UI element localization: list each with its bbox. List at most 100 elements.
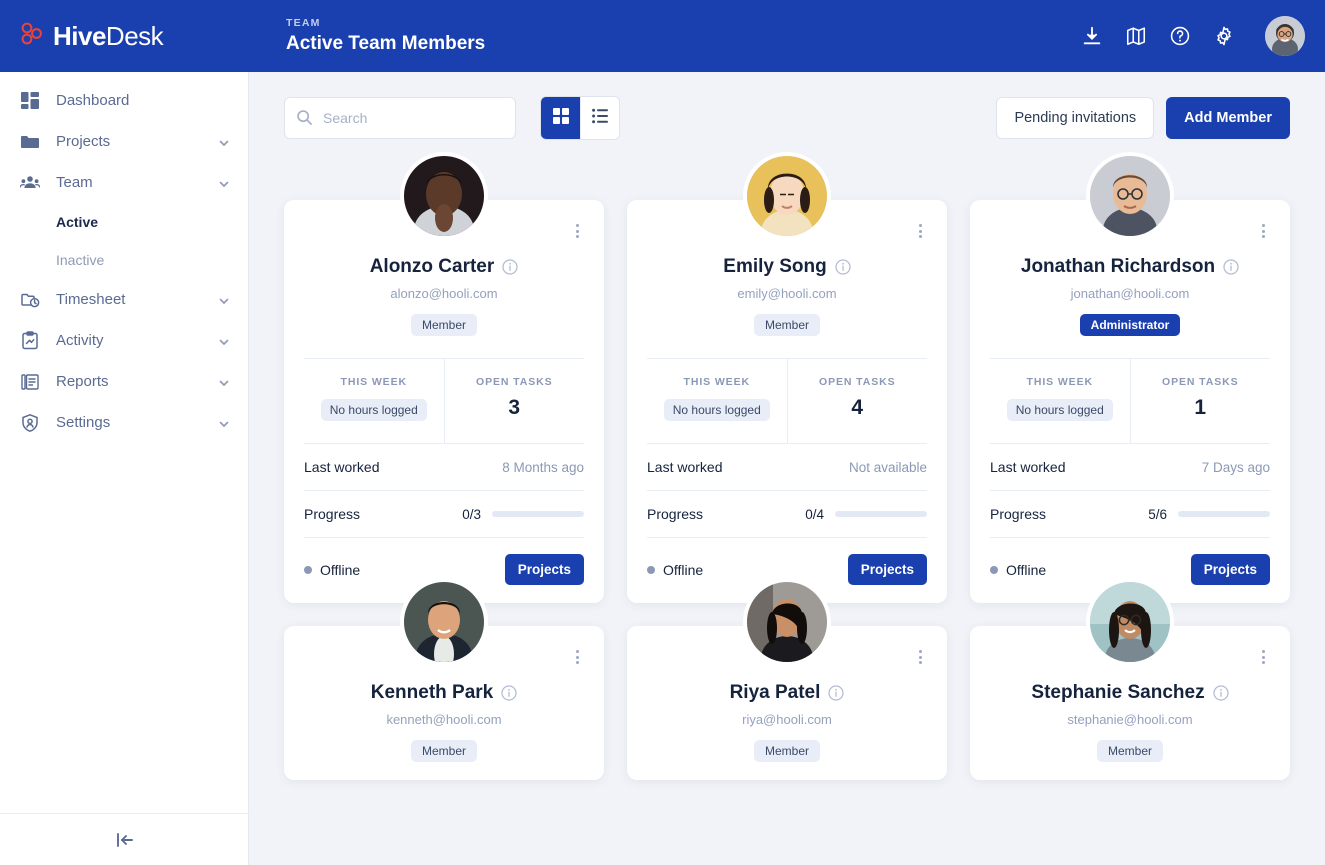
brand-light: Desk bbox=[105, 20, 164, 51]
card-menu-icon[interactable] bbox=[568, 648, 586, 666]
view-toggle-group bbox=[540, 96, 620, 140]
member-name: Jonathan Richardson bbox=[1020, 256, 1216, 277]
toolbar-right-actions: Pending invitations Add Member bbox=[996, 97, 1290, 139]
add-member-button[interactable]: Add Member bbox=[1166, 97, 1290, 139]
card-menu-icon[interactable] bbox=[911, 648, 929, 666]
sidebar-item-activity[interactable]: Activity bbox=[0, 320, 248, 361]
collapse-sidebar-icon[interactable] bbox=[113, 828, 137, 852]
sidebar: Dashboard Projects Team Active Inactive … bbox=[0, 72, 249, 865]
card-menu-icon[interactable] bbox=[1254, 222, 1272, 240]
help-icon[interactable] bbox=[1169, 25, 1191, 47]
status-badge: Offline bbox=[647, 562, 703, 578]
sidebar-item-label: Projects bbox=[56, 133, 111, 150]
dashboard-icon bbox=[20, 91, 40, 111]
sidebar-subitem-label: Inactive bbox=[56, 252, 105, 268]
stat-open-tasks: OPEN TASKS 1 bbox=[1129, 359, 1271, 443]
grid-view-button[interactable] bbox=[541, 97, 580, 139]
projects-button[interactable]: Projects bbox=[847, 554, 927, 585]
settings-shield-icon bbox=[20, 413, 40, 433]
map-icon[interactable] bbox=[1125, 25, 1147, 47]
progress-group: 0/4 bbox=[805, 507, 927, 522]
member-avatar bbox=[743, 152, 831, 240]
sidebar-item-team[interactable]: Team bbox=[0, 162, 248, 203]
member-card[interactable]: Emily Song emily@hooli.com Member THIS W… bbox=[627, 152, 947, 603]
main-content: Pending invitations Add Member bbox=[249, 72, 1325, 865]
projects-button[interactable]: Projects bbox=[504, 554, 584, 585]
member-email: stephanie@hooli.com bbox=[1067, 712, 1193, 727]
progress-group: 5/6 bbox=[1148, 507, 1270, 522]
card-menu-icon[interactable] bbox=[911, 222, 929, 240]
reports-icon bbox=[20, 372, 40, 392]
info-icon[interactable] bbox=[835, 259, 851, 275]
member-name: Riya Patel bbox=[729, 682, 821, 703]
info-icon[interactable] bbox=[1212, 685, 1229, 701]
last-worked-value: 8 Months ago bbox=[502, 459, 584, 475]
member-card[interactable]: Jonathan Richardson jonathan@hooli.com A… bbox=[970, 152, 1290, 603]
progress-value: 0/4 bbox=[805, 506, 824, 522]
row-label: Progress bbox=[990, 506, 1047, 522]
brand-logo[interactable]: HiveDesk bbox=[0, 21, 250, 52]
hours-badge: No hours logged bbox=[1006, 399, 1113, 421]
status-badge: Offline bbox=[990, 562, 1046, 578]
info-icon[interactable] bbox=[1223, 259, 1239, 275]
stat-label: THIS WEEK bbox=[340, 376, 407, 388]
team-icon bbox=[19, 173, 41, 193]
status-dot-icon bbox=[647, 565, 655, 574]
projects-button[interactable]: Projects bbox=[1190, 554, 1270, 585]
progress-row: Progress 0/3 bbox=[304, 490, 584, 537]
member-stats: THIS WEEK No hours logged OPEN TASKS 1 bbox=[990, 358, 1270, 443]
member-name: Alonzo Carter bbox=[369, 256, 495, 277]
search-input[interactable] bbox=[284, 97, 516, 139]
member-avatar bbox=[1086, 578, 1174, 666]
sidebar-item-label: Activity bbox=[56, 332, 104, 349]
pending-invitations-button[interactable]: Pending invitations bbox=[996, 97, 1155, 139]
chevron-down-icon bbox=[218, 376, 230, 388]
info-icon[interactable] bbox=[828, 685, 845, 701]
status-badge: Offline bbox=[304, 562, 360, 578]
row-label: Last worked bbox=[304, 459, 380, 475]
member-card[interactable]: Alonzo Carter alonzo@hooli.com Member TH… bbox=[284, 152, 604, 603]
card-menu-icon[interactable] bbox=[1254, 648, 1272, 666]
progress-row: Progress 5/6 bbox=[990, 490, 1270, 537]
info-icon[interactable] bbox=[501, 685, 517, 701]
status-text: Offline bbox=[320, 561, 361, 578]
card-menu-icon[interactable] bbox=[568, 222, 586, 240]
role-badge: Member bbox=[753, 314, 820, 336]
member-card[interactable]: Stephanie Sanchez stephanie@hooli.com Me… bbox=[970, 578, 1290, 780]
role-badge: Member bbox=[410, 314, 477, 336]
sidebar-item-settings[interactable]: Settings bbox=[0, 402, 248, 443]
sidebar-item-timesheet[interactable]: Timesheet bbox=[0, 279, 248, 320]
sidebar-item-inactive[interactable]: Inactive bbox=[0, 241, 248, 279]
member-avatar bbox=[743, 578, 831, 666]
member-card[interactable]: Riya Patel riya@hooli.com Member bbox=[627, 578, 947, 780]
content-toolbar: Pending invitations Add Member bbox=[249, 72, 1325, 140]
sidebar-item-projects[interactable]: Projects bbox=[0, 121, 248, 162]
search-box bbox=[284, 97, 516, 139]
avatar[interactable] bbox=[1265, 16, 1305, 56]
progress-bar bbox=[1178, 511, 1270, 517]
member-email: riya@hooli.com bbox=[742, 712, 832, 727]
member-card[interactable]: Kenneth Park kenneth@hooli.com Member bbox=[284, 578, 604, 780]
member-email: emily@hooli.com bbox=[737, 286, 837, 301]
search-icon bbox=[296, 109, 313, 126]
hivedesk-logo-icon bbox=[20, 22, 46, 51]
list-view-button[interactable] bbox=[580, 97, 619, 139]
stat-label: OPEN TASKS bbox=[1162, 376, 1239, 388]
sidebar-item-reports[interactable]: Reports bbox=[0, 361, 248, 402]
member-role-wrap: Member bbox=[990, 740, 1270, 762]
member-avatar bbox=[400, 578, 488, 666]
download-icon[interactable] bbox=[1081, 25, 1103, 47]
page-heading: TEAM Active Team Members bbox=[286, 17, 485, 55]
member-card-grid: Alonzo Carter alonzo@hooli.com Member TH… bbox=[249, 140, 1325, 780]
info-icon[interactable] bbox=[502, 259, 518, 275]
status-dot-icon bbox=[304, 565, 312, 574]
gear-icon[interactable] bbox=[1213, 25, 1235, 47]
last-worked-row: Last worked Not available bbox=[647, 443, 927, 490]
sidebar-footer bbox=[0, 813, 249, 865]
stat-label: OPEN TASKS bbox=[819, 376, 896, 388]
stat-label: THIS WEEK bbox=[683, 376, 750, 388]
row-label: Last worked bbox=[647, 459, 723, 475]
sidebar-item-dashboard[interactable]: Dashboard bbox=[0, 80, 248, 121]
status-text: Offline bbox=[663, 561, 704, 578]
sidebar-item-active[interactable]: Active bbox=[0, 203, 248, 241]
